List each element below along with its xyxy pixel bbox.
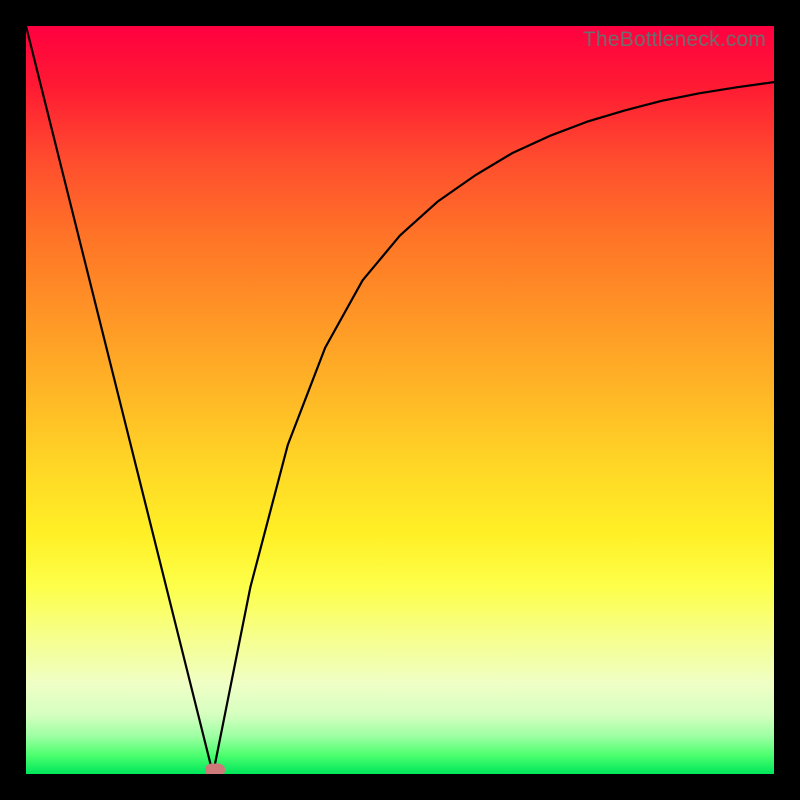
notch-marker [205, 764, 225, 774]
bottleneck-curve [26, 26, 774, 774]
curve-svg [26, 26, 774, 774]
chart-frame: TheBottleneck.com [0, 0, 800, 800]
plot-area: TheBottleneck.com [26, 26, 774, 774]
